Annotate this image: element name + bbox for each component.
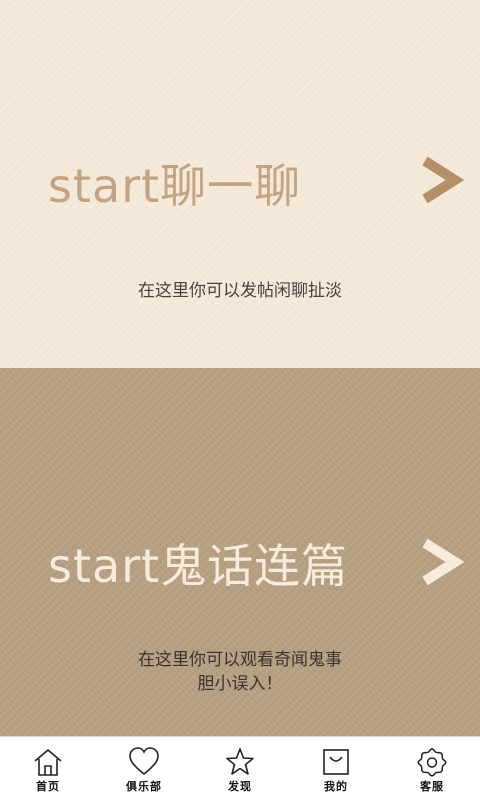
nav-item-home[interactable]: 首页 — [0, 737, 96, 800]
nav-label-discover: 发现 — [228, 780, 252, 793]
ghost-stories-section-description: 在这里你可以观看奇闻鬼事 胆小误入！ — [0, 648, 480, 696]
chat-section-card[interactable]: start聊一聊 在这里你可以发帖闲聊扯淡 — [0, 0, 480, 368]
bag-icon — [323, 749, 349, 775]
home-icon — [34, 748, 62, 776]
ghost-stories-description-line-1: 在这里你可以观看奇闻鬼事 — [138, 650, 342, 670]
ghost-stories-description-line-2: 胆小误入！ — [197, 674, 283, 694]
chat-section-title: start聊一聊 — [48, 159, 302, 213]
chat-section-description: 在这里你可以发帖闲聊扯淡 — [0, 279, 480, 303]
nav-item-discover[interactable]: 发现 — [192, 737, 288, 800]
nav-label-home: 首页 — [36, 780, 60, 793]
bottom-navigation: 首页 俱乐部 发现 我的 客服 — [0, 736, 480, 800]
heart-icon — [129, 747, 159, 776]
nav-item-mine[interactable]: 我的 — [288, 737, 384, 800]
chat-section-description-line: 在这里你可以发帖闲聊扯淡 — [138, 281, 342, 301]
chevron-right-icon — [422, 156, 465, 204]
gear-icon — [417, 748, 447, 777]
nav-item-club[interactable]: 俱乐部 — [96, 737, 192, 800]
star-icon — [226, 748, 254, 775]
nav-label-mine: 我的 — [324, 780, 348, 793]
nav-label-club: 俱乐部 — [126, 780, 162, 793]
chevron-right-icon — [422, 538, 465, 586]
nav-item-support[interactable]: 客服 — [384, 737, 480, 800]
ghost-stories-section-card[interactable]: start鬼话连篇 在这里你可以观看奇闻鬼事 胆小误入！ — [0, 368, 480, 736]
ghost-stories-section-title: start鬼话连篇 — [48, 539, 349, 593]
nav-label-support: 客服 — [420, 780, 444, 793]
